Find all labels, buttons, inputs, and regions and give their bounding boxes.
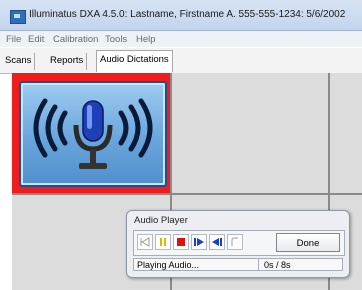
playback-status: Playing Audio... bbox=[133, 258, 267, 271]
tab-strip: Scans Reports Audio Dictations bbox=[0, 48, 362, 74]
step-forward-icon[interactable] bbox=[191, 234, 207, 250]
menu-calibration[interactable]: Calibration bbox=[53, 34, 98, 45]
tab-reports[interactable]: Reports bbox=[47, 53, 88, 70]
tab-audio-dictations[interactable]: Audio Dictations bbox=[96, 50, 173, 72]
playback-time: 0s / 8s bbox=[258, 258, 343, 271]
audio-player-title: Audio Player bbox=[134, 215, 188, 226]
dictation-tile-selected[interactable] bbox=[12, 73, 170, 193]
audio-player-window: Audio Player Done Playing Audio... 0s / … bbox=[126, 210, 350, 278]
record-icon[interactable] bbox=[227, 234, 243, 250]
grid-divider bbox=[12, 193, 362, 195]
menu-edit[interactable]: Edit bbox=[28, 34, 44, 45]
microphone-broadcast-icon bbox=[33, 98, 153, 169]
dictation-play-button[interactable] bbox=[19, 81, 167, 187]
stop-icon[interactable] bbox=[173, 234, 189, 250]
audio-controls: Done bbox=[133, 230, 345, 256]
title-bar: Illuminatus DXA 4.5.0: Lastname, Firstna… bbox=[0, 0, 362, 31]
step-back-icon[interactable] bbox=[209, 234, 225, 250]
menu-bar: File Edit Calibration Tools Help bbox=[0, 31, 362, 47]
app-icon bbox=[10, 10, 26, 24]
menu-help[interactable]: Help bbox=[136, 34, 156, 45]
window-title: Illuminatus DXA 4.5.0: Lastname, Firstna… bbox=[29, 9, 346, 20]
done-button[interactable]: Done bbox=[276, 233, 340, 252]
menu-file[interactable]: File bbox=[6, 34, 21, 45]
rewind-start-icon[interactable] bbox=[137, 234, 153, 250]
menu-tools[interactable]: Tools bbox=[105, 34, 127, 45]
pause-icon[interactable] bbox=[155, 234, 171, 250]
tab-scans[interactable]: Scans bbox=[2, 53, 36, 70]
